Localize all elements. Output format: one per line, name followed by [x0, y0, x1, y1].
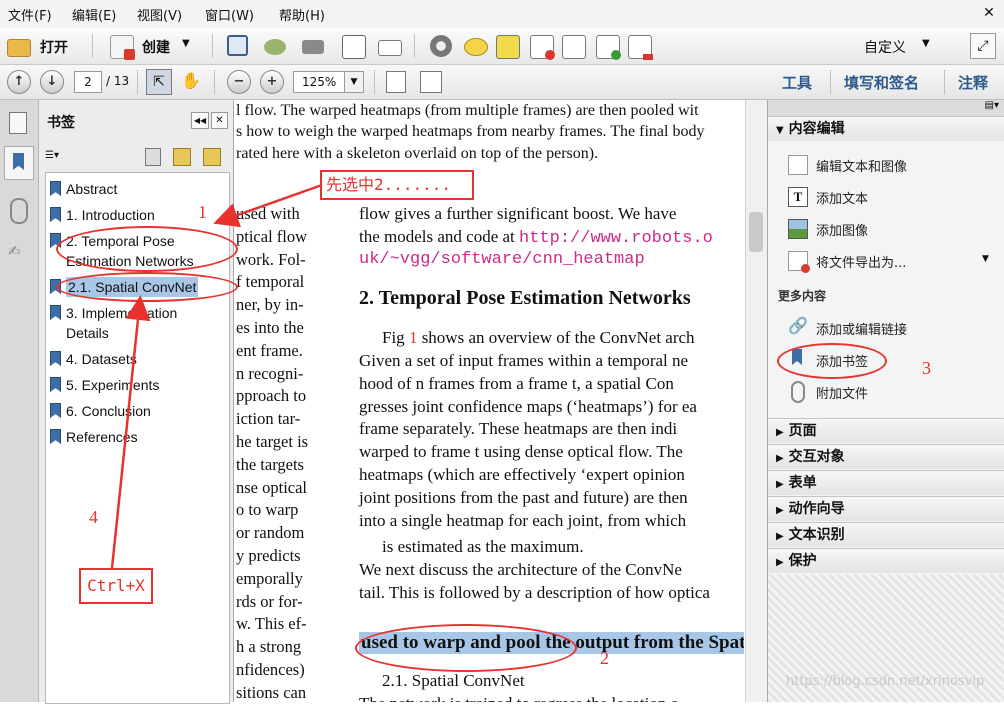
- watermark-text: https://blog.csdn.net/xrinosvip: [786, 674, 985, 689]
- annotation-arrow-select: [213, 183, 323, 228]
- annotation-arrows: [110, 183, 323, 569]
- annotation-arrow-cut: [110, 295, 151, 569]
